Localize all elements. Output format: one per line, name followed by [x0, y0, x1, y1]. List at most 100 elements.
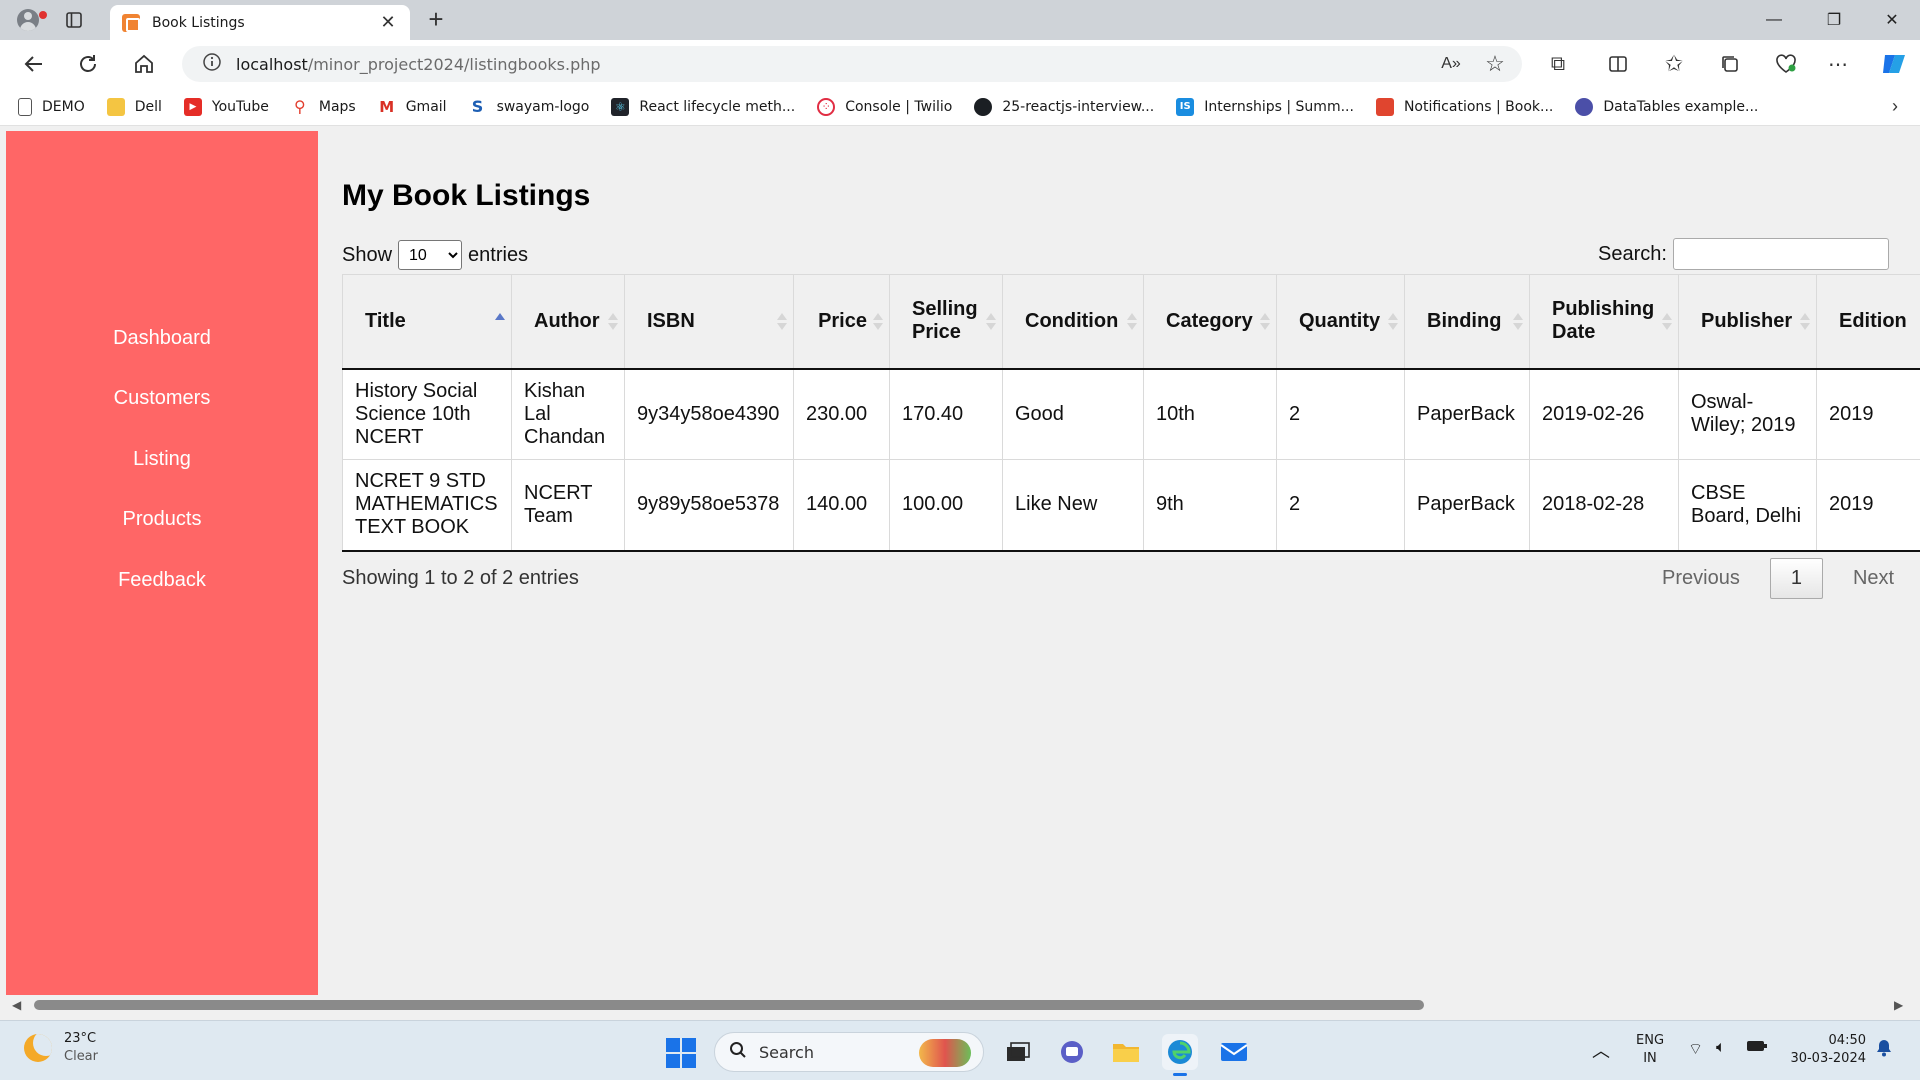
sidebar-item-feedback[interactable]: Feedback: [6, 569, 318, 592]
table-info: Showing 1 to 2 of 2 entries: [342, 567, 579, 589]
bookmark-item[interactable]: ▶ YouTube: [183, 97, 269, 116]
back-button[interactable]: [18, 48, 50, 80]
tab-actions-button[interactable]: [62, 8, 86, 32]
bookmark-item[interactable]: DEMO: [18, 97, 85, 116]
taskbar-app-file-explorer[interactable]: [1108, 1034, 1144, 1070]
horizontal-scrollbar[interactable]: ◀ ▶: [0, 996, 1920, 1014]
bookmark-label: Dell: [134, 98, 162, 115]
scrollbar-thumb[interactable]: [34, 1000, 1424, 1010]
browser-tab-active[interactable]: Book Listings ✕: [110, 5, 410, 40]
bookmark-item[interactable]: ⚛ React lifecycle meth...: [611, 97, 795, 116]
taskbar-app-taskview[interactable]: [1000, 1034, 1036, 1070]
length-prefix: Show: [342, 243, 393, 266]
bookmark-item[interactable]: ⁘ Console | Twilio: [817, 97, 952, 116]
column-header-title[interactable]: Title: [342, 274, 512, 370]
scroll-right-arrow-icon[interactable]: ▶: [1894, 998, 1903, 1012]
bookmark-item[interactable]: ⚲ Maps: [291, 97, 356, 116]
input-language[interactable]: ENG IN: [1636, 1033, 1664, 1066]
cell-edition: 2019: [1816, 459, 1920, 552]
previous-page-button[interactable]: Previous: [1642, 559, 1760, 598]
home-button[interactable]: [128, 48, 160, 80]
search-input[interactable]: [1672, 238, 1889, 270]
copilot-button[interactable]: [1876, 48, 1908, 80]
scroll-left-arrow-icon[interactable]: ◀: [12, 998, 21, 1012]
extensions-button[interactable]: ⧉: [1542, 48, 1574, 80]
windows-logo-icon: [666, 1054, 680, 1068]
notification-bell-icon[interactable]: [1876, 1039, 1892, 1061]
table-row: History Social Science 10th NCERT Kishan…: [342, 368, 1920, 460]
restore-window-button[interactable]: ❐: [1806, 0, 1862, 40]
column-header-selling-price[interactable]: Selling Price: [889, 274, 1003, 370]
collections-button[interactable]: [1714, 48, 1746, 80]
weather-widget[interactable]: 23°C Clear: [24, 1031, 98, 1064]
start-button[interactable]: [666, 1038, 696, 1068]
taskbar-app-teams[interactable]: [1054, 1034, 1090, 1070]
url-host: localhost: [236, 54, 308, 74]
sidebar-item-listing[interactable]: Listing: [6, 448, 318, 471]
sidebar-item-dashboard[interactable]: Dashboard: [6, 327, 318, 350]
column-header-binding[interactable]: Binding: [1404, 274, 1530, 370]
bookmark-item[interactable]: IS Internships | Summ...: [1176, 97, 1354, 116]
bookmark-item[interactable]: M Gmail: [378, 98, 447, 116]
close-window-button[interactable]: ✕: [1864, 0, 1920, 40]
close-tab-icon[interactable]: ✕: [378, 12, 398, 33]
bookmark-label: Gmail: [405, 98, 447, 115]
column-header-category[interactable]: Category: [1143, 274, 1277, 370]
bookmark-item[interactable]: Dell: [106, 97, 162, 116]
column-header-label: Condition: [1025, 309, 1119, 332]
page-icon: [18, 97, 32, 116]
bookmark-item[interactable]: DataTables example...: [1575, 97, 1758, 116]
browser-essentials-button[interactable]: [1770, 48, 1802, 80]
entries-per-page-select[interactable]: 10: [398, 240, 463, 270]
column-header-label: Binding: [1427, 309, 1502, 332]
github-icon: [974, 97, 993, 116]
page-1-button[interactable]: 1: [1769, 558, 1823, 599]
sidebar-item-products[interactable]: Products: [6, 508, 318, 531]
sort-icon: [777, 313, 787, 331]
split-screen-button[interactable]: [1602, 48, 1634, 80]
column-header-label: Category: [1166, 309, 1253, 332]
address-bar[interactable]: localhost/minor_project2024/listingbooks…: [182, 46, 1522, 82]
wifi-icon[interactable]: ⌔: [1688, 1039, 1703, 1059]
column-header-quantity[interactable]: Quantity: [1276, 274, 1405, 370]
site-info-icon[interactable]: [192, 52, 232, 77]
favorites-button[interactable]: ✩: [1658, 48, 1690, 80]
profile-button[interactable]: [12, 6, 47, 34]
bookmark-item[interactable]: 25-reactjs-interview...: [974, 97, 1154, 116]
taskbar-app-edge[interactable]: [1162, 1034, 1198, 1076]
taskbar-search[interactable]: Search: [714, 1032, 984, 1072]
column-header-edition[interactable]: Edition: [1816, 274, 1920, 370]
cell-price: 230.00: [793, 368, 890, 460]
sort-icon: [986, 313, 996, 331]
column-header-label: Title: [365, 309, 406, 332]
refresh-button[interactable]: [72, 48, 104, 80]
bookmark-item[interactable]: Notifications | Book...: [1375, 97, 1553, 116]
cell-category: 10th: [1143, 368, 1277, 460]
system-clock[interactable]: 04:50 30-03-2024: [1786, 1033, 1866, 1066]
sort-ascending-icon: [495, 313, 505, 331]
new-tab-button[interactable]: +: [422, 6, 450, 34]
mail-icon: [1220, 1043, 1248, 1061]
column-header-author[interactable]: Author: [511, 274, 625, 370]
battery-icon[interactable]: [1746, 1039, 1768, 1057]
sort-icon: [1127, 313, 1137, 331]
chevron-right-icon[interactable]: ›: [1892, 96, 1898, 117]
volume-icon[interactable]: 🔈︎: [1716, 1037, 1726, 1057]
bookmark-item[interactable]: Sswayam-logo: [469, 97, 590, 116]
favorite-star-icon[interactable]: ☆: [1480, 48, 1510, 80]
column-header-publishing-date[interactable]: Publishing Date: [1529, 274, 1679, 370]
column-header-isbn[interactable]: ISBN: [624, 274, 794, 370]
show-hidden-icons-chevron-up-icon[interactable]: ︿: [1592, 1037, 1610, 1063]
next-page-button[interactable]: Next: [1833, 559, 1914, 598]
read-aloud-icon[interactable]: A»: [1436, 48, 1466, 80]
minimize-window-button[interactable]: —: [1746, 0, 1802, 40]
column-header-condition[interactable]: Condition: [1002, 274, 1144, 370]
settings-more-button[interactable]: ⋯: [1822, 48, 1854, 80]
column-header-publisher[interactable]: Publisher: [1678, 274, 1817, 370]
tab-title: Book Listings: [152, 14, 245, 31]
cell-selling-price: 170.40: [889, 368, 1003, 460]
column-header-price[interactable]: Price: [793, 274, 890, 370]
column-header-label: ISBN: [647, 309, 695, 332]
taskbar-app-mail[interactable]: [1216, 1034, 1252, 1070]
sidebar-item-customers[interactable]: Customers: [6, 387, 318, 410]
